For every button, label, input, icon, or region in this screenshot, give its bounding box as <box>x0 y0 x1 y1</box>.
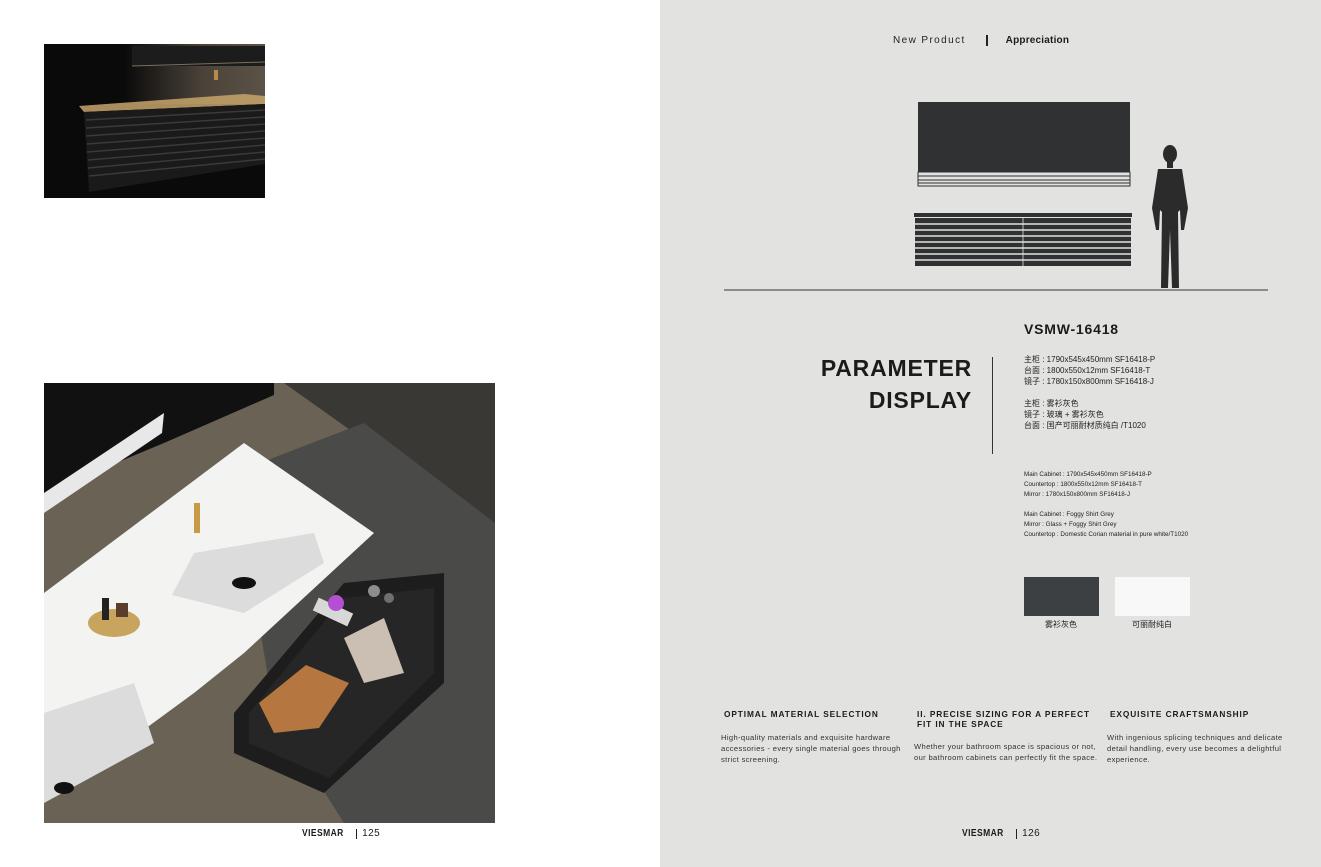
elevation-drawing <box>660 90 1321 300</box>
spec-line: 镜子 : 玻璃 + 雾衫灰色 <box>1024 410 1104 419</box>
page-footer-left: VIESMAR 125 <box>302 828 380 839</box>
brand-name: VIESMAR <box>302 828 344 839</box>
mirror-cabinet-shape <box>918 102 1130 172</box>
cabinet-mood-photo <box>44 44 265 198</box>
spec-line: 台面 : 国产可丽耐材质纯白 /T1020 <box>1024 421 1146 430</box>
swatch-pure-white <box>1115 577 1190 616</box>
page-footer-right: VIESMAR 126 <box>962 828 1040 839</box>
countertop-shape <box>914 213 1132 217</box>
footer-divider <box>356 828 358 839</box>
cabinet-mood-photo-art <box>44 44 265 198</box>
feature-text: With ingenious splicing techniques and d… <box>1107 732 1283 764</box>
left-page: VIESMAR 125 <box>0 0 660 867</box>
vanity-drawer-photo-art <box>44 383 495 823</box>
title-line-2: DISPLAY <box>868 387 972 413</box>
feature-craftsmanship: EXQUISITE CRAFTSMANSHIP With ingenious s… <box>1107 709 1295 765</box>
spec-line: Countertop : 1800x550x12mm SF16418-T <box>1024 481 1142 488</box>
nav-appreciation[interactable]: Appreciation <box>1006 35 1070 46</box>
spec-line: 主柜 : 1790x545x450mm SF16418-P <box>1024 355 1156 364</box>
spec-line: Main Cabinet : Foggy Shirt Grey <box>1024 511 1114 518</box>
feature-title: OPTIMAL MATERIAL SELECTION <box>724 709 879 719</box>
brand-name: VIESMAR <box>962 828 1004 839</box>
feature-text: High-quality materials and exquisite har… <box>721 732 901 764</box>
feature-text: Whether your bathroom space is spacious … <box>914 742 1098 762</box>
swatch-label-grey: 雾衫灰色 <box>1045 620 1077 629</box>
mirror-cabinet-slats <box>917 171 1131 187</box>
title-divider <box>992 357 993 454</box>
spec-line: 台面 : 1800x550x12mm SF16418-T <box>1024 366 1151 375</box>
parameter-display-title: PARAMETER DISPLAY <box>821 352 972 416</box>
spec-line: Mirror : 1780x150x800mm SF16418-J <box>1024 491 1131 498</box>
nav-new-product[interactable]: New Product <box>893 35 966 46</box>
spec-line: 镜子 : 1780x150x800mm SF16418-J <box>1024 377 1154 386</box>
spec-dimensions-en: Main Cabinet : 1790x545x450mm SF16418-P … <box>1024 470 1152 500</box>
page-number: 125 <box>362 828 381 839</box>
nav-divider <box>985 35 988 46</box>
spec-materials-cn: 主柜 : 雾衫灰色 镜子 : 玻璃 + 雾衫灰色 台面 : 国产可丽耐材质纯白 … <box>1024 398 1146 431</box>
swatch-foggy-grey <box>1024 577 1099 616</box>
spec-line: Mirror : Glass + Foggy Shirt Grey <box>1024 521 1117 528</box>
vanity-drawer-photo <box>44 383 495 823</box>
feature-sizing: II. PRECISE SIZING FOR A PERFECT FIT IN … <box>914 709 1102 763</box>
spec-dimensions-cn: 主柜 : 1790x545x450mm SF16418-P 台面 : 1800x… <box>1024 354 1155 387</box>
title-line-1: PARAMETER <box>820 355 972 381</box>
spec-materials-en: Main Cabinet : Foggy Shirt Grey Mirror :… <box>1024 510 1188 540</box>
swatch-label-white: 可丽耐纯白 <box>1132 620 1172 629</box>
spec-line: Countertop : Domestic Corian material in… <box>1024 531 1189 538</box>
footer-divider <box>1016 828 1018 839</box>
spec-line: Main Cabinet : 1790x545x450mm SF16418-P <box>1024 471 1152 478</box>
elevation-drawing-art <box>724 102 1268 291</box>
section-nav: New Product Appreciation <box>893 35 1069 46</box>
human-scale-figure <box>1152 145 1188 288</box>
page-number: 126 <box>1022 828 1041 839</box>
feature-title: EXQUISITE CRAFTSMANSHIP <box>1110 709 1250 719</box>
spec-line: 主柜 : 雾衫灰色 <box>1024 399 1079 408</box>
feature-title: II. PRECISE SIZING FOR A PERFECT FIT IN … <box>917 709 1090 729</box>
model-number: VSMW-16418 <box>1024 321 1119 337</box>
feature-material: OPTIMAL MATERIAL SELECTION High-quality … <box>721 709 909 765</box>
